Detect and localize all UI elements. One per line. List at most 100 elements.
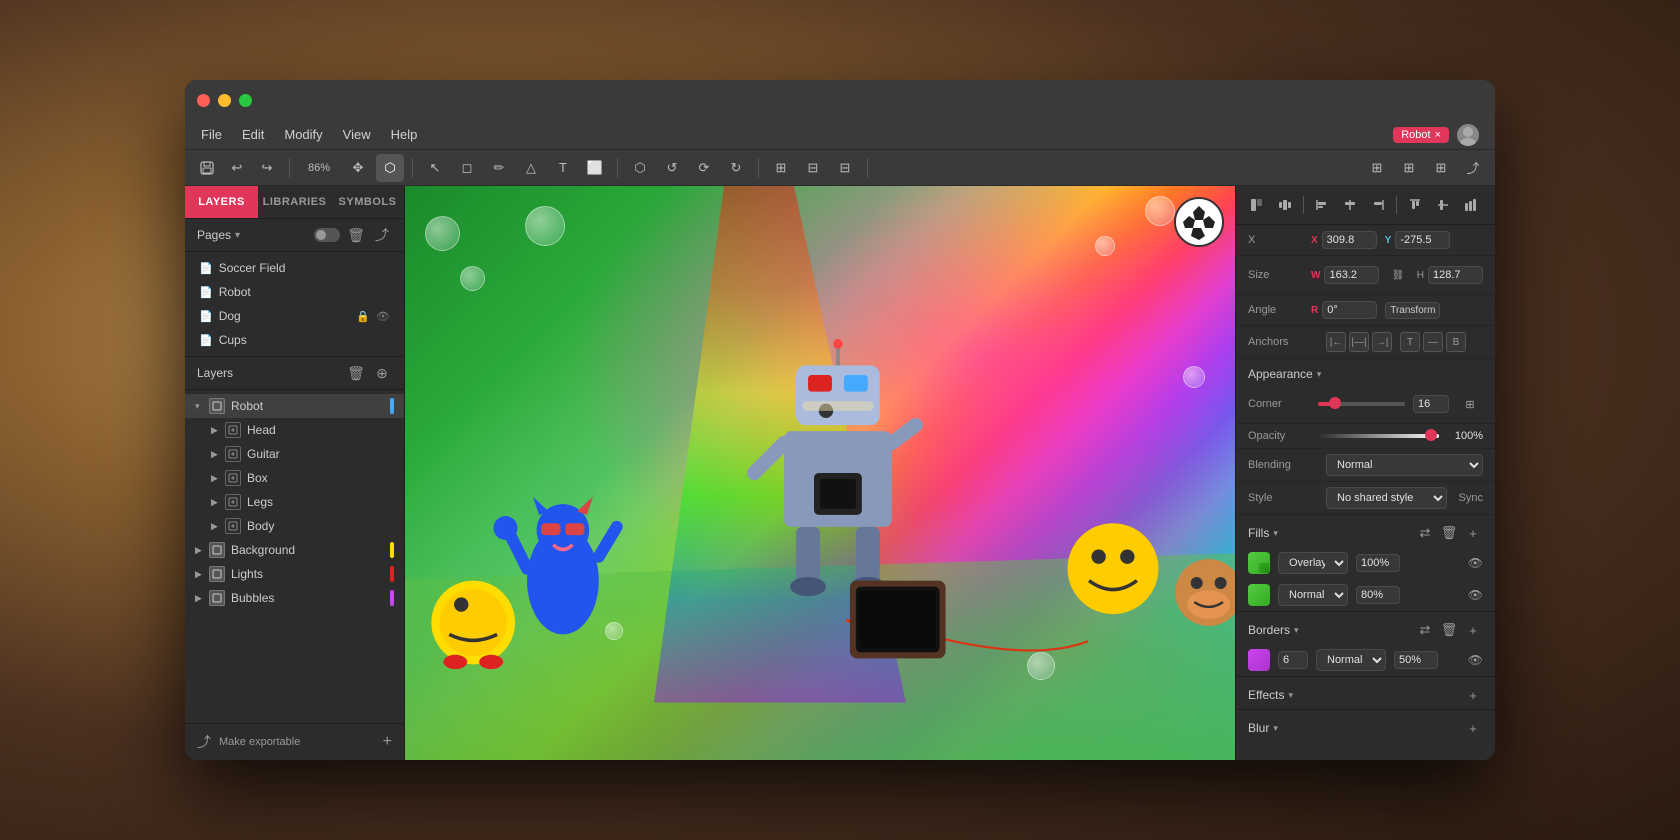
align-left-btn[interactable]: ⊞ <box>1363 154 1391 182</box>
align-vt-btn[interactable] <box>1402 192 1428 218</box>
fills-header[interactable]: Fills ▾ ⇄ 🗑 + <box>1236 515 1495 547</box>
corner-options-btn[interactable]: ⊞ <box>1457 391 1483 417</box>
refresh-cw-btn[interactable]: ↻ <box>722 154 750 182</box>
anchor-hcenter-btn[interactable]: |—| <box>1349 332 1369 352</box>
angle-input[interactable] <box>1322 301 1377 319</box>
maximize-button[interactable] <box>239 94 252 107</box>
menu-edit[interactable]: Edit <box>242 127 264 142</box>
borders-header[interactable]: Borders ▾ ⇄ 🗑 + <box>1236 612 1495 644</box>
layer-head[interactable]: ▶ Head <box>185 418 404 442</box>
border-eye-icon-1[interactable]: 👁 <box>1468 653 1483 667</box>
text-tool[interactable]: T <box>549 154 577 182</box>
page-item-robot[interactable]: 📄 Robot <box>185 280 404 304</box>
layer-guitar[interactable]: ▶ Guitar <box>185 442 404 466</box>
anchor-left-btn[interactable]: |← <box>1326 332 1346 352</box>
menu-modify[interactable]: Modify <box>284 127 322 142</box>
fill-swatch-2[interactable] <box>1248 584 1270 606</box>
fill-eye-icon-1[interactable]: 👁 <box>1468 556 1483 570</box>
y-input[interactable] <box>1395 231 1450 249</box>
opacity-thumb[interactable] <box>1425 429 1437 441</box>
fill-swatch-1[interactable] <box>1248 552 1270 574</box>
align-left2-btn[interactable] <box>1309 192 1335 218</box>
style-select[interactable]: No shared style <box>1326 487 1447 509</box>
menu-help[interactable]: Help <box>391 127 418 142</box>
layer-background[interactable]: ▶ Background <box>185 538 404 562</box>
border-size-1[interactable] <box>1278 651 1308 669</box>
minimize-button[interactable] <box>218 94 231 107</box>
page-item-dog[interactable]: 📄 Dog 🔒 👁 <box>185 304 404 328</box>
select-tool[interactable]: ⬡ <box>376 154 404 182</box>
chart-btn[interactable] <box>1458 192 1484 218</box>
layout2-btn[interactable]: ⊟ <box>831 154 859 182</box>
canvas-area[interactable] <box>405 186 1235 760</box>
w-input[interactable] <box>1324 266 1379 284</box>
artboard-btn[interactable]: ⬡ <box>626 154 654 182</box>
lock-ratio-btn[interactable]: ⛓ <box>1387 262 1408 288</box>
tab-symbols[interactable]: SYMBOLS <box>331 186 404 218</box>
page-item-soccerfield[interactable]: 📄 Soccer Field <box>185 256 404 280</box>
refresh-btn[interactable]: ⟳ <box>690 154 718 182</box>
align-right2-btn[interactable] <box>1365 192 1391 218</box>
fill-opacity-2[interactable] <box>1356 586 1400 604</box>
rotate-left-btn[interactable]: ↺ <box>658 154 686 182</box>
delete-layer-btn[interactable]: 🗑 <box>346 363 366 383</box>
export-panel-btn[interactable]: ⤴ <box>197 732 211 752</box>
x-input[interactable] <box>1322 231 1377 249</box>
grid-btn[interactable]: ⊞ <box>767 154 795 182</box>
image-tool[interactable]: ⬜ <box>581 154 609 182</box>
add-exportable-btn[interactable]: + <box>383 733 392 751</box>
distribute-h-btn[interactable] <box>1272 192 1298 218</box>
corner-slider[interactable] <box>1318 402 1405 406</box>
fill-opacity-1[interactable] <box>1356 554 1400 572</box>
export-btn[interactable]: ⤴ <box>1459 154 1487 182</box>
align-tl-btn[interactable] <box>1244 192 1270 218</box>
blur-header[interactable]: Blur ▾ + <box>1236 710 1495 742</box>
anchor-top-btn[interactable]: T <box>1400 332 1420 352</box>
pen-tool[interactable]: △ <box>517 154 545 182</box>
layer-bubbles[interactable]: ▶ Bubbles <box>185 586 404 610</box>
save-btn[interactable] <box>193 154 221 182</box>
tab-libraries[interactable]: LIBRARIES <box>258 186 331 218</box>
user-button[interactable]: Robot × <box>1393 127 1449 143</box>
blending-select[interactable]: Normal Multiply Screen Overlay <box>1326 454 1483 476</box>
close-button[interactable] <box>197 94 210 107</box>
fills-delete-btn[interactable]: 🗑 <box>1439 523 1459 543</box>
align-center-btn[interactable]: ⊞ <box>1395 154 1423 182</box>
add-layer-btn[interactable]: ⊕ <box>372 363 392 383</box>
effects-header[interactable]: Effects ▾ + <box>1236 677 1495 709</box>
anchor-vcenter-btn[interactable]: — <box>1423 332 1443 352</box>
fill-blend-select-1[interactable]: Overlay Normal <box>1278 552 1348 574</box>
layout-btn[interactable]: ⊟ <box>799 154 827 182</box>
blur-add-btn[interactable]: + <box>1463 718 1483 738</box>
borders-add-btn[interactable]: + <box>1463 620 1483 640</box>
align-center2-btn[interactable] <box>1337 192 1363 218</box>
add-page-btn[interactable]: ⤴ <box>372 225 392 245</box>
borders-delete-btn[interactable]: 🗑 <box>1439 620 1459 640</box>
align-right-btn[interactable]: ⊞ <box>1427 154 1455 182</box>
cursor-tool[interactable]: ↖ <box>421 154 449 182</box>
redo-btn[interactable]: ↪ <box>253 154 281 182</box>
corner-slider-thumb[interactable] <box>1329 397 1341 409</box>
vector-tool[interactable]: ✏ <box>485 154 513 182</box>
sync-btn[interactable]: Sync <box>1459 492 1483 504</box>
layer-body[interactable]: ▶ Body <box>185 514 404 538</box>
menu-view[interactable]: View <box>343 127 371 142</box>
border-opacity-1[interactable] <box>1394 651 1438 669</box>
align-vm-btn[interactable] <box>1430 192 1456 218</box>
anchor-right-btn[interactable]: →| <box>1372 332 1392 352</box>
undo-btn[interactable]: ↩ <box>223 154 251 182</box>
transform-btn[interactable]: Transform <box>1385 302 1440 319</box>
zoom-btn[interactable]: 86% <box>298 154 340 182</box>
tab-layers[interactable]: LAYERS <box>185 186 258 218</box>
fill-eye-icon-2[interactable]: 👁 <box>1468 588 1483 602</box>
anchor-bottom-btn[interactable]: B <box>1446 332 1466 352</box>
layer-lights[interactable]: ▶ Lights <box>185 562 404 586</box>
fill-blend-select-2[interactable]: Normal Overlay <box>1278 584 1348 606</box>
border-blend-select-1[interactable]: Normal <box>1316 649 1386 671</box>
layer-robot[interactable]: ▾ Robot <box>185 394 404 418</box>
fills-add-btn[interactable]: + <box>1463 523 1483 543</box>
pages-toggle[interactable] <box>314 228 340 242</box>
shape-tool[interactable]: ◻ <box>453 154 481 182</box>
appearance-header[interactable]: Appearance ▾ <box>1236 359 1495 385</box>
avatar[interactable] <box>1457 124 1479 146</box>
